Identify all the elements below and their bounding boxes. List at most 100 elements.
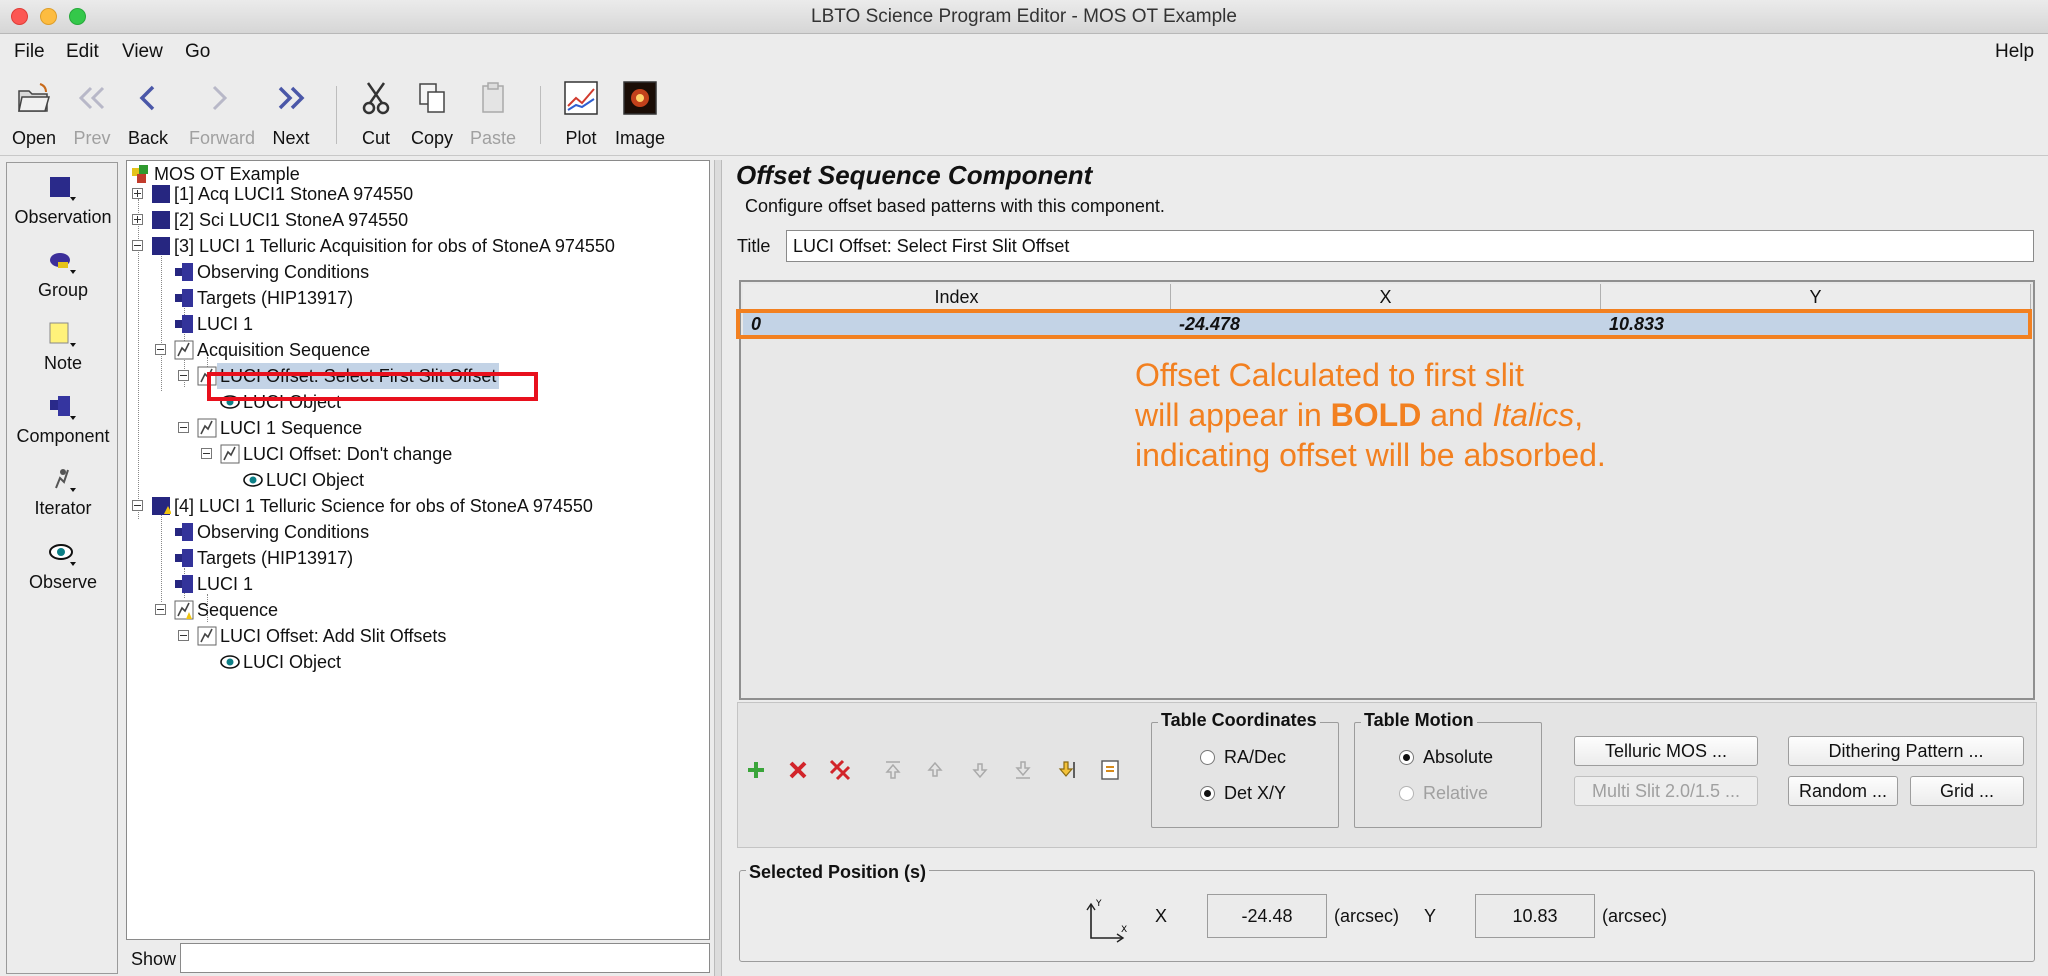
copy-icon <box>419 83 445 113</box>
tree-node-luci-sequence[interactable]: LUCI 1 Sequence <box>127 415 687 441</box>
tree-node-obs3-object2[interactable]: LUCI Object <box>127 467 687 493</box>
move-top-icon[interactable] <box>880 757 906 783</box>
y-position-field[interactable]: 10.83 <box>1475 894 1595 938</box>
tree-node-obs4-conditions[interactable]: Observing Conditions <box>127 519 687 545</box>
tree-node-obs4-object[interactable]: LUCI Object <box>127 649 687 675</box>
palette-iterator[interactable]: Iterator <box>7 466 119 519</box>
collapse-toggle[interactable] <box>201 448 212 459</box>
component-icon <box>175 263 193 281</box>
collapse-toggle[interactable] <box>132 240 143 251</box>
image-button[interactable]: Image <box>610 80 670 149</box>
note-icon <box>49 322 76 347</box>
collapse-toggle[interactable] <box>178 630 189 641</box>
annotation-line-2: will appear in BOLD and Italics, <box>1135 397 1584 433</box>
expand-toggle[interactable] <box>132 188 143 199</box>
menu-go[interactable]: Go <box>185 41 210 63</box>
cut-button[interactable]: Cut <box>346 80 406 149</box>
component-icon <box>175 315 193 333</box>
menu-help[interactable]: Help <box>1995 41 2034 63</box>
plus-icon[interactable] <box>743 757 769 783</box>
tree-node-obs4-luci[interactable]: LUCI 1 <box>127 571 687 597</box>
tree-node-acquisition-sequence[interactable]: Acquisition Sequence <box>127 337 687 363</box>
move-to-icon[interactable] <box>1053 757 1079 783</box>
menu-view[interactable]: View <box>122 41 163 63</box>
move-down-icon[interactable] <box>967 757 993 783</box>
next-button[interactable]: Next <box>261 80 321 149</box>
grid-button[interactable]: Grid ... <box>1910 776 2024 806</box>
dithering-pattern-button[interactable]: Dithering Pattern ... <box>1788 736 2024 766</box>
double-x-icon[interactable] <box>827 757 853 783</box>
component-icon <box>175 523 193 541</box>
column-header-index[interactable]: Index <box>743 284 1171 310</box>
collapse-toggle[interactable] <box>155 604 166 615</box>
radio-relative-control[interactable] <box>1399 786 1414 801</box>
x-label: X <box>1155 906 1168 926</box>
palette-note[interactable]: Note <box>7 321 119 374</box>
folder-open-icon <box>18 83 50 112</box>
tree-node-offset-dont-change[interactable]: LUCI Offset: Don't change <box>127 441 687 467</box>
radio-ra-dec-control[interactable] <box>1200 750 1215 765</box>
collapse-toggle[interactable] <box>178 370 189 381</box>
eye-icon <box>220 655 240 669</box>
offset-table[interactable]: Index X Y 0 -24.478 10.833 <box>739 280 2035 700</box>
move-up-icon[interactable] <box>922 757 948 783</box>
tree-node-obs2[interactable]: [2] Sci LUCI1 StoneA 974550 <box>127 207 687 233</box>
plot-button[interactable]: Plot <box>551 80 611 149</box>
copy-button[interactable]: Copy <box>402 80 462 149</box>
radio-absolute-control[interactable] <box>1399 750 1414 765</box>
collapse-toggle[interactable] <box>132 500 143 511</box>
iterator-icon <box>174 340 194 360</box>
tree-node-obs3[interactable]: [3] LUCI 1 Telluric Acquisition for obs … <box>127 233 687 259</box>
open-button[interactable]: Open <box>4 80 64 149</box>
tree-node-obs4-targets[interactable]: Targets (HIP13917) <box>127 545 687 571</box>
observation-warning-icon <box>152 497 171 515</box>
title-field[interactable]: LUCI Offset: Select First Slit Offset <box>786 230 2034 262</box>
annotation-line-1: Offset Calculated to first slit <box>1135 357 1524 393</box>
observation-icon <box>50 177 76 201</box>
chevron-right-icon <box>212 85 228 111</box>
palette-observe[interactable]: Observe <box>7 540 119 593</box>
editor-description: Configure offset based patterns with thi… <box>745 196 1165 216</box>
radio-det-xy-control[interactable] <box>1200 786 1215 801</box>
tree-node-obs3-luci[interactable]: LUCI 1 <box>127 311 687 337</box>
iterator-warning-icon <box>174 600 194 620</box>
menu-edit[interactable]: Edit <box>66 41 99 63</box>
multi-slit-button[interactable]: Multi Slit 2.0/1.5 ... <box>1574 776 1758 806</box>
tree-node-obs1[interactable]: [1] Acq LUCI1 StoneA 974550 <box>127 181 687 207</box>
table-coordinates-group: Table Coordinates RA/Dec Det X/Y <box>1151 710 1339 828</box>
paste-button[interactable]: Paste <box>463 80 523 149</box>
back-button[interactable]: Back <box>118 80 178 149</box>
column-header-y[interactable]: Y <box>1601 284 2031 310</box>
telluric-mos-button[interactable]: Telluric MOS ... <box>1574 736 1758 766</box>
split-pane-divider[interactable] <box>714 160 722 976</box>
palette-observation[interactable]: Observation <box>7 175 119 228</box>
x-position-field[interactable]: -24.48 <box>1207 894 1327 938</box>
component-icon <box>175 575 193 593</box>
annotation-line-3: indicating offset will be absorbed. <box>1135 437 1606 473</box>
show-filter-input[interactable] <box>180 943 710 973</box>
tree-node-obs4-sequence[interactable]: Sequence <box>127 597 687 623</box>
tree-node-obs3-conditions[interactable]: Observing Conditions <box>127 259 687 285</box>
axes-icon: Y X <box>1086 899 1127 943</box>
menu-file[interactable]: File <box>14 41 45 63</box>
tree-node-offset-add[interactable]: LUCI Offset: Add Slit Offsets <box>127 623 687 649</box>
palette-component[interactable]: Component <box>7 394 119 447</box>
eye-icon <box>49 544 76 566</box>
random-button[interactable]: Random ... <box>1788 776 1898 806</box>
column-header-x[interactable]: X <box>1171 284 1601 310</box>
palette-group[interactable]: Group <box>7 248 119 301</box>
tree-node-obs4[interactable]: [4] LUCI 1 Telluric Science for obs of S… <box>127 493 687 519</box>
collapse-toggle[interactable] <box>155 344 166 355</box>
prev-button[interactable]: Prev <box>62 80 122 149</box>
component-icon <box>50 396 76 420</box>
paste-row-icon[interactable] <box>1098 757 1124 783</box>
observation-icon <box>152 185 170 203</box>
collapse-toggle[interactable] <box>178 422 189 433</box>
window-title: LBTO Science Program Editor - MOS OT Exa… <box>811 6 1237 27</box>
x-icon[interactable] <box>785 757 811 783</box>
forward-button[interactable]: Forward <box>189 80 255 149</box>
move-bottom-icon[interactable] <box>1010 757 1036 783</box>
expand-toggle[interactable] <box>132 214 143 225</box>
tree-node-obs3-targets[interactable]: Targets (HIP13917) <box>127 285 687 311</box>
program-tree[interactable]: MOS OT Example [1] Acq LUCI1 StoneA 9745… <box>126 160 710 940</box>
